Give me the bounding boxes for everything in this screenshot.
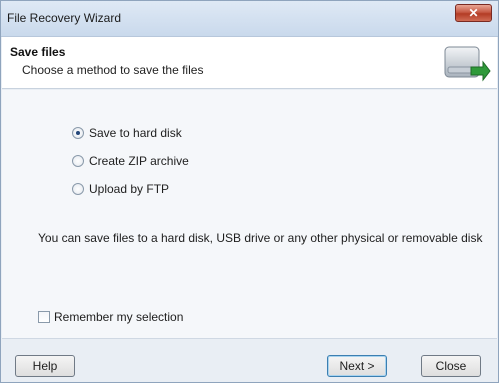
close-button[interactable]: Close [421,355,481,377]
page-subtitle: Choose a method to save the files [22,63,204,77]
hard-disk-export-icon [444,46,491,82]
radio-button[interactable] [72,155,84,167]
option-label: Create ZIP archive [89,154,189,168]
option-upload-by-ftp[interactable]: Upload by FTP [72,182,169,196]
window-title: File Recovery Wizard [7,11,122,25]
next-button[interactable]: Next > [327,355,387,377]
radio-button-checked[interactable] [72,127,84,139]
window-close-button[interactable]: ✕ [455,4,492,22]
remember-label: Remember my selection [54,310,184,324]
close-icon: ✕ [468,6,479,20]
option-save-to-hard-disk[interactable]: Save to hard disk [72,126,182,140]
wizard-content: Save to hard disk Create ZIP archive Upl… [2,90,497,338]
radio-button[interactable] [72,183,84,195]
wizard-window: File Recovery Wizard ✕ Save files Choose… [0,0,499,383]
remember-checkbox[interactable] [38,311,50,323]
option-create-zip-archive[interactable]: Create ZIP archive [72,154,189,168]
help-button[interactable]: Help [15,355,75,377]
info-text: You can save files to a hard disk, USB d… [38,231,483,245]
option-label: Upload by FTP [89,182,170,196]
option-label: Save to hard disk [89,126,182,140]
wizard-header: Save files Choose a method to save the f… [2,37,497,89]
remember-selection[interactable]: Remember my selection [38,310,183,324]
title-bar[interactable]: File Recovery Wizard ✕ [1,1,498,37]
page-title: Save files [10,45,66,59]
